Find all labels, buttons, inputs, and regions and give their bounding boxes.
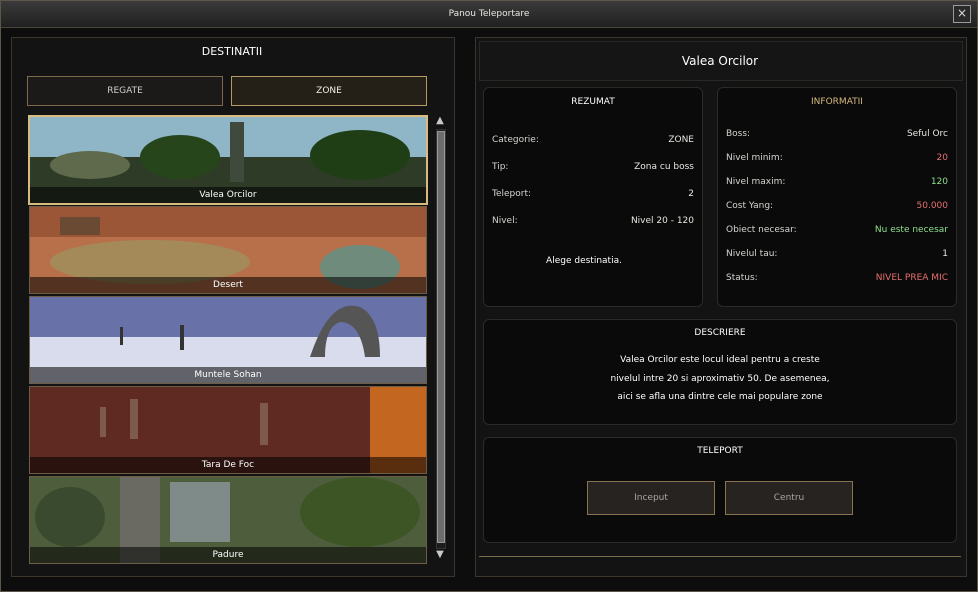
info-panel: INFORMATII Boss: Seful Orc Nivel minim: … [717, 87, 957, 307]
info-label: Nivel minim: [726, 153, 783, 163]
divider [479, 556, 961, 557]
info-row-max-level: Nivel maxim: 120 [718, 177, 956, 191]
teleport-start-button[interactable]: Inceput [587, 481, 715, 515]
arrow-down-icon[interactable]: ▼ [434, 549, 446, 561]
info-row-your-level: Nivelul tau: 1 [718, 249, 956, 263]
teleport-window: Panou Teleportare × DESTINATII REGATE ZO… [0, 0, 978, 592]
tab-zone[interactable]: ZONE [231, 76, 427, 106]
destinations-scrollbar[interactable]: ▲ ▼ [434, 115, 446, 561]
info-value: 1 [942, 249, 948, 259]
description-heading: DESCRIERE [694, 328, 746, 338]
summary-row-teleport: Teleport: 2 [484, 189, 702, 203]
summary-hint: Alege destinatia. [546, 256, 622, 266]
destination-label: Padure [30, 547, 426, 563]
destination-card-tara-de-foc[interactable]: Tara De Foc [29, 386, 427, 474]
summary-row-type: Tip: Zona cu boss [484, 162, 702, 176]
teleport-center-button[interactable]: Centru [725, 481, 853, 515]
summary-label: Categorie: [492, 135, 539, 145]
summary-value: ZONE [668, 135, 694, 145]
summary-value: Zona cu boss [634, 162, 694, 172]
summary-heading: REZUMAT [571, 97, 615, 107]
description-line: nivelul intre 20 si aproximativ 50. De a… [610, 374, 830, 384]
info-value: 50.000 [916, 201, 949, 211]
info-label: Obiect necesar: [726, 225, 797, 235]
summary-label: Tip: [492, 162, 509, 172]
summary-row-level: Nivel: Nivel 20 - 120 [484, 216, 702, 230]
summary-value: 2 [688, 189, 694, 199]
info-row-min-level: Nivel minim: 20 [718, 153, 956, 167]
info-value: Seful Orc [906, 129, 948, 139]
info-value: 120 [930, 177, 948, 187]
description-line: Valea Orcilor este locul ideal pentru a … [620, 355, 820, 365]
destination-label: Valea Orcilor [30, 187, 426, 203]
info-value: NIVEL PREA MIC [875, 273, 948, 283]
summary-value: Nivel 20 - 120 [630, 216, 694, 226]
description-line: aici se afla una dintre cele mai popular… [617, 392, 823, 402]
close-button[interactable]: × [953, 5, 971, 23]
description-panel: DESCRIERE Valea Orcilor este locul ideal… [483, 319, 957, 425]
title-bar[interactable]: Panou Teleportare × [1, 1, 977, 28]
summary-label: Nivel: [492, 216, 518, 226]
info-label: Nivelul tau: [726, 249, 778, 259]
destination-card-desert[interactable]: Desert [29, 206, 427, 294]
destination-card-padure[interactable]: Padure [29, 476, 427, 564]
arrow-up-icon[interactable]: ▲ [434, 115, 446, 127]
summary-row-category: Categorie: ZONE [484, 135, 702, 149]
info-label: Boss: [726, 129, 751, 139]
destination-card-muntele-sohan[interactable]: Muntele Sohan [29, 296, 427, 384]
summary-label: Teleport: [492, 189, 532, 199]
info-value: Nu este necesar [874, 225, 948, 235]
info-heading: INFORMATII [811, 97, 863, 107]
destination-label: Muntele Sohan [30, 367, 426, 383]
info-row-cost: Cost Yang: 50.000 [718, 201, 956, 215]
destination-card-valea-orcilor[interactable]: Valea Orcilor [28, 115, 428, 205]
summary-panel: REZUMAT Categorie: ZONE Tip: Zona cu bos… [483, 87, 703, 307]
teleport-panel: TELEPORT [483, 437, 957, 543]
close-icon: × [956, 6, 968, 20]
tab-regate[interactable]: REGATE [27, 76, 223, 106]
teleport-heading: TELEPORT [697, 446, 743, 456]
info-label: Cost Yang: [726, 201, 774, 211]
destinations-heading: DESTINATII [201, 45, 263, 58]
info-value: 20 [936, 153, 948, 163]
info-label: Nivel maxim: [726, 177, 786, 187]
destination-title: Valea Orcilor [681, 54, 759, 68]
destination-label: Desert [30, 277, 426, 293]
scroll-thumb[interactable] [437, 131, 445, 543]
info-row-required-item: Obiect necesar: Nu este necesar [718, 225, 956, 239]
info-row-status: Status: NIVEL PREA MIC [718, 273, 956, 287]
window-title: Panou Teleportare [448, 9, 530, 19]
destination-label: Tara De Foc [30, 457, 426, 473]
info-row-boss: Boss: Seful Orc [718, 129, 956, 143]
info-label: Status: [726, 273, 758, 283]
